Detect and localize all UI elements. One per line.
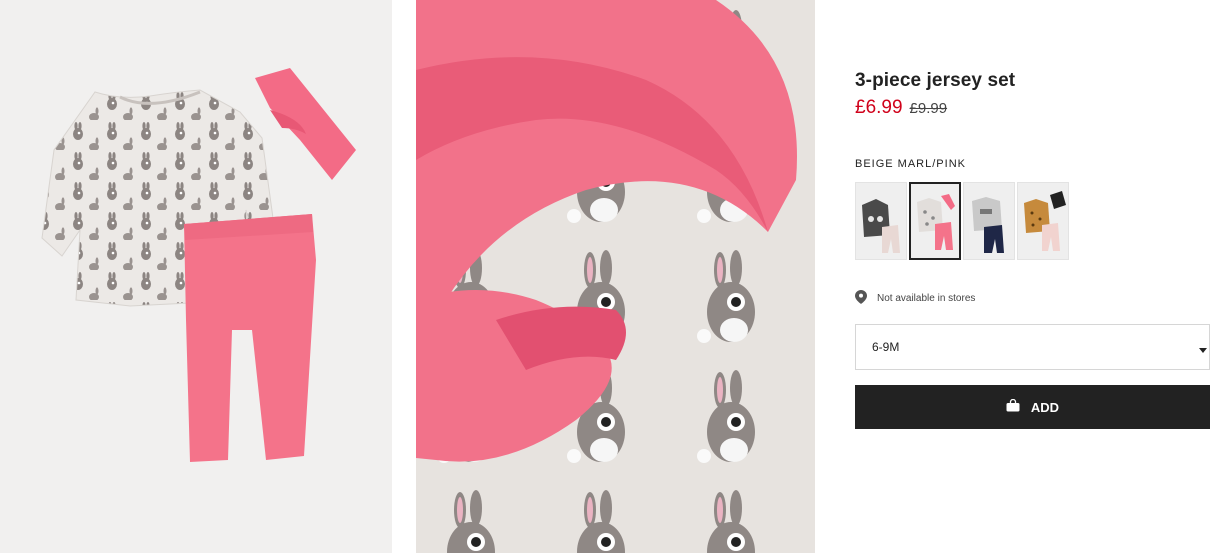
product-image-front[interactable]: [0, 0, 392, 553]
add-to-bag-button[interactable]: ADD: [855, 385, 1210, 429]
product-photo-closeup: [416, 0, 815, 553]
price-row: £6.99 £9.99: [855, 97, 947, 119]
original-price: £9.99: [909, 100, 948, 117]
color-swatch-dark-grey[interactable]: [855, 182, 907, 260]
add-button-label: ADD: [1030, 399, 1060, 415]
swatch-thumbnail: [856, 183, 906, 259]
store-availability-text: Not available in stores: [877, 293, 976, 304]
size-select[interactable]: 6-9M: [855, 324, 1210, 370]
store-availability: Not available in stores: [855, 290, 975, 307]
product-info-panel: 3-piece jersey set £6.99 £9.99 BEIGE MAR…: [855, 0, 1210, 553]
product-photo-flatlay: [41, 68, 356, 462]
swatch-thumbnail: [1018, 183, 1068, 259]
product-image-detail[interactable]: [416, 0, 815, 553]
caret-down-icon: [1199, 343, 1207, 357]
swatch-thumbnail: [964, 183, 1014, 259]
location-pin-icon: [855, 290, 867, 307]
color-swatch-beige-marl-pink[interactable]: [909, 182, 961, 260]
swatch-thumbnail: [911, 184, 959, 258]
color-swatch-list: [855, 182, 1069, 260]
sale-price: £6.99: [855, 97, 903, 118]
size-selected-value: 6-9M: [872, 340, 900, 354]
color-swatch-mustard-pink[interactable]: [1017, 182, 1069, 260]
product-title: 3-piece jersey set: [855, 70, 1016, 91]
color-swatch-grey-navy[interactable]: [963, 182, 1015, 260]
selected-color-label: BEIGE MARL/PINK: [855, 158, 966, 170]
shopping-bag-icon: [1006, 398, 1020, 415]
